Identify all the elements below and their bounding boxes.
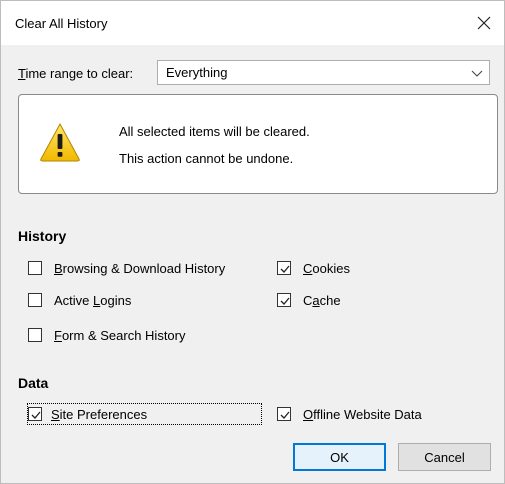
warning-line-2: This action cannot be undone. (119, 151, 294, 166)
checkbox-label: Browsing & Download History (54, 260, 226, 276)
checkbox-box (28, 293, 42, 307)
checkbox-box (277, 293, 291, 307)
checkbox-box (28, 407, 42, 421)
checkbox-label: Cache (303, 292, 341, 308)
time-range-row: Time range to clear: Everything (18, 60, 490, 85)
checkbox-label: Site Preferences (51, 406, 148, 422)
checkbox-form-search-history[interactable]: Form & Search History (28, 326, 186, 344)
checkbox-label: Cookies (303, 260, 350, 276)
close-icon (477, 16, 491, 30)
clear-history-dialog: Clear All History Time range to clear: E… (0, 0, 505, 484)
checkbox-offline-website-data[interactable]: Offline Website Data (277, 405, 422, 423)
checkbox-box (28, 261, 42, 275)
checkbox-box (277, 407, 291, 421)
close-button[interactable] (464, 1, 504, 45)
warning-line-1: All selected items will be cleared. (119, 124, 310, 139)
checkbox-active-logins[interactable]: Active Logins (28, 291, 131, 309)
title-bar: Clear All History (1, 1, 504, 45)
time-range-value: Everything (166, 65, 228, 80)
ok-button[interactable]: OK (293, 443, 386, 471)
cancel-button[interactable]: Cancel (398, 443, 491, 471)
warning-icon (40, 122, 80, 162)
checkbox-label: Active Logins (54, 292, 132, 308)
checkmark-icon (280, 297, 290, 305)
history-heading: History (18, 228, 67, 244)
time-range-label: Time range to clear: (18, 65, 134, 81)
data-heading: Data (18, 375, 49, 391)
warning-panel: All selected items will be cleared. This… (18, 94, 498, 194)
dialog-title: Clear All History (15, 16, 108, 31)
checkbox-box (28, 328, 42, 342)
chevron-down-icon (471, 70, 483, 77)
checkbox-cache[interactable]: Cache (277, 291, 341, 309)
checkbox-label: Form & Search History (54, 327, 186, 343)
checkbox-box (277, 261, 291, 275)
checkmark-icon (31, 411, 41, 419)
checkbox-browsing-download-history[interactable]: Browsing & Download History (28, 259, 225, 277)
checkbox-site-preferences[interactable]: Site Preferences (27, 403, 262, 425)
checkmark-icon (280, 265, 290, 273)
checkbox-cookies[interactable]: Cookies (277, 259, 350, 277)
checkmark-icon (280, 411, 290, 419)
time-range-select[interactable]: Everything (157, 60, 490, 85)
checkbox-label: Offline Website Data (303, 406, 422, 422)
